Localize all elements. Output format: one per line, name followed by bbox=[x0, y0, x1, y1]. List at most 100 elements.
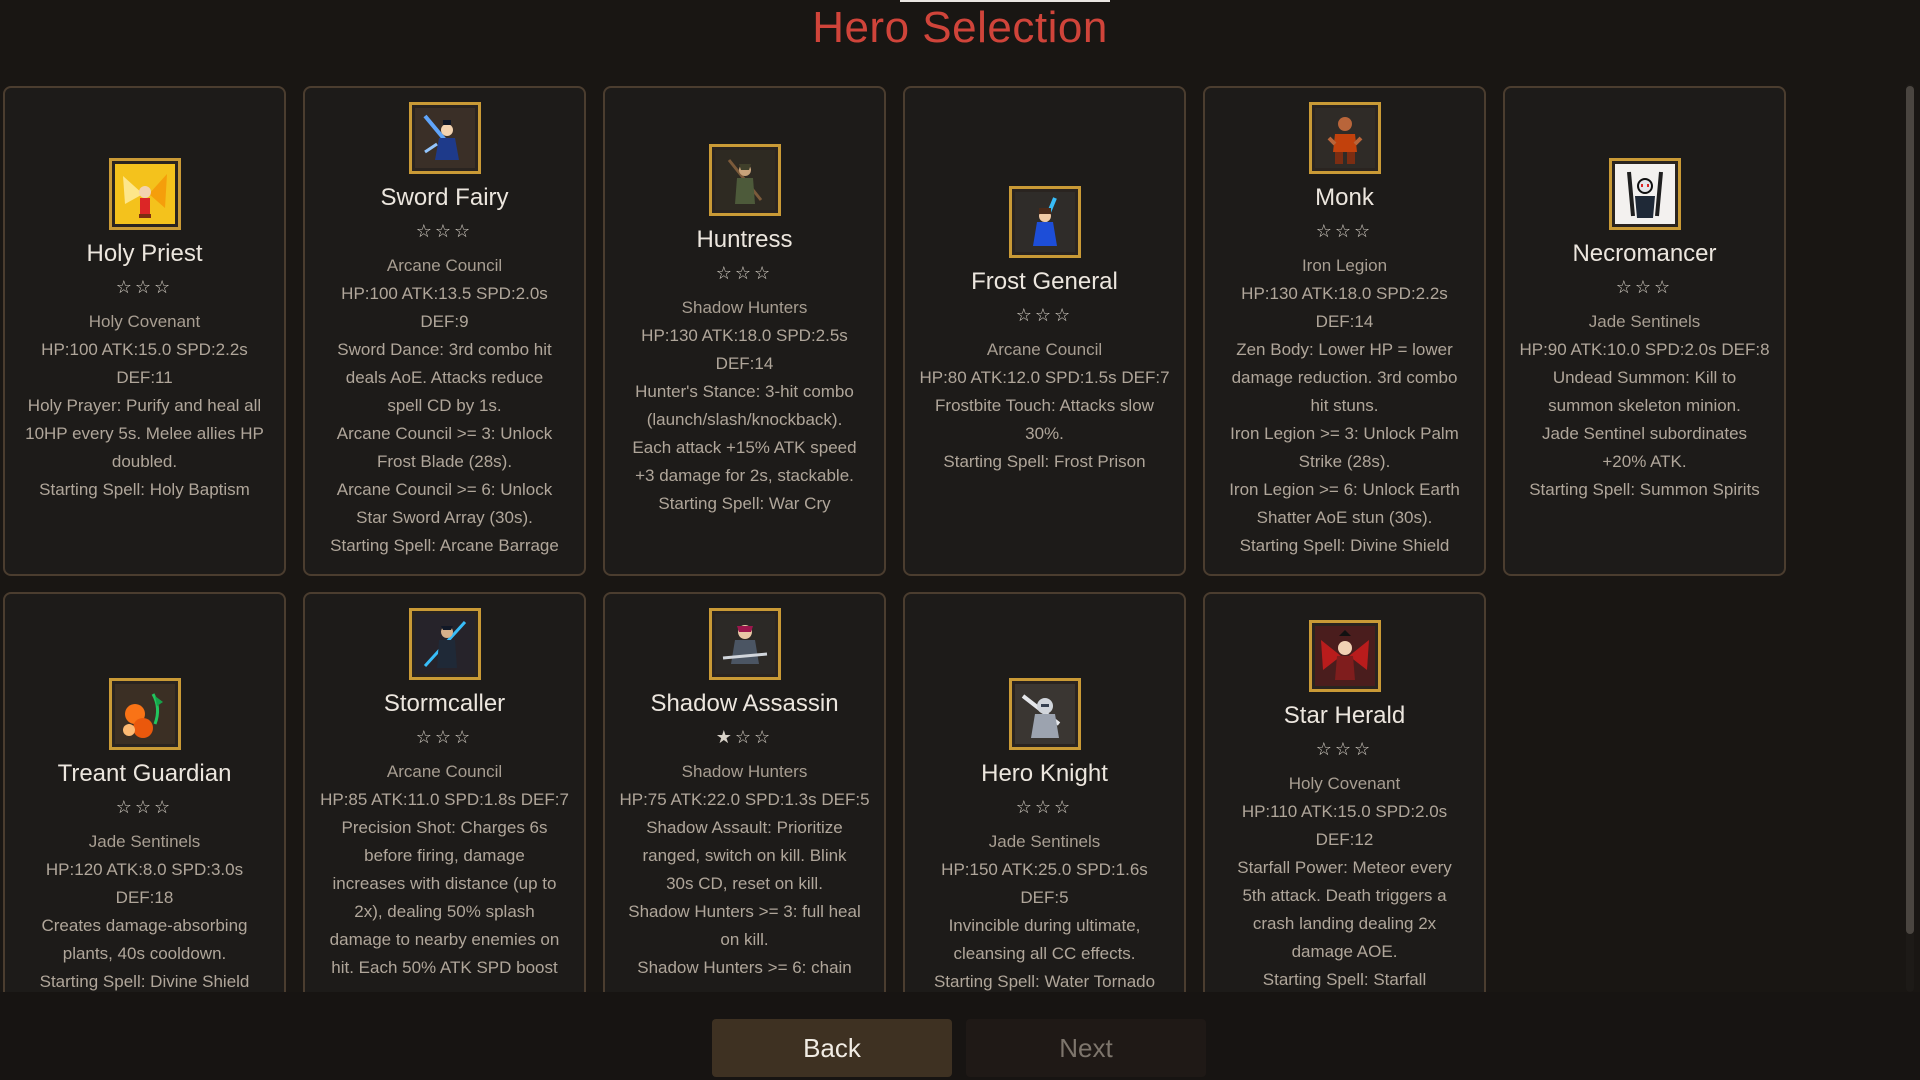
back-button[interactable]: Back bbox=[712, 1019, 952, 1077]
hero-description-line: Creates damage-absorbing bbox=[41, 916, 248, 935]
hero-faction: Arcane Council bbox=[386, 256, 503, 275]
hero-starting-spell: Starting Spell: Divine Shield bbox=[1239, 536, 1450, 555]
hero-description-line: DEF:14 bbox=[1315, 312, 1374, 331]
hero-description-line: Each attack +15% ATK speed bbox=[632, 438, 857, 457]
hero-description-line: Invincible during ultimate, bbox=[948, 916, 1141, 935]
hero-description-line: Frost Blade (28s). bbox=[376, 452, 513, 471]
hero-name: Star Herald bbox=[1283, 702, 1406, 729]
hero-description-line: HP:110 ATK:15.0 SPD:2.0s bbox=[1241, 802, 1448, 821]
hero-description-line: 30%. bbox=[1025, 424, 1064, 443]
hero-name: Stormcaller bbox=[383, 690, 506, 717]
next-button[interactable]: Next bbox=[966, 1019, 1206, 1077]
hero-description-line: hit. Each 50% ATK SPD boost bbox=[331, 958, 558, 977]
hero-description-line: 2x), dealing 50% splash bbox=[354, 902, 535, 921]
monk-portrait-icon bbox=[1308, 102, 1381, 174]
hero-starting-spell: Starting Spell: Starfall bbox=[1262, 970, 1427, 989]
page-title: Hero Selection bbox=[812, 3, 1108, 52]
hero-grid-viewport: Holy Priest ☆☆☆ Holy Covenant HP:100 ATK:15… bbox=[0, 84, 1900, 992]
holy-priest-portrait-icon bbox=[108, 158, 181, 230]
hero-description-line: Shadow Hunters >= 6: chain bbox=[637, 958, 852, 977]
hero-description-line: DEF:11 bbox=[116, 368, 173, 387]
hero-faction: Arcane Council bbox=[386, 762, 503, 781]
hero-card-stormcaller[interactable]: Stormcaller ☆☆☆ Arcane Council HP:85 ATK:11… bbox=[303, 592, 586, 992]
stormcaller-portrait-icon bbox=[408, 608, 481, 680]
hero-faction: Iron Legion bbox=[1301, 256, 1388, 275]
hero-description-line: Frostbite Touch: Attacks slow bbox=[935, 396, 1154, 415]
hero-description-line: Shatter AoE stun (30s). bbox=[1256, 508, 1433, 527]
hero-description-line: HP:85 ATK:11.0 SPD:1.8s DEF:7 bbox=[320, 790, 569, 809]
hero-description-line: ranged, switch on kill. Blink bbox=[642, 846, 847, 865]
hero-card-monk[interactable]: Monk ☆☆☆ Iron Legion HP:130 ATK:18.0 SPD:2.… bbox=[1203, 86, 1486, 576]
hero-grid: Holy Priest ☆☆☆ Holy Covenant HP:100 ATK:15… bbox=[3, 86, 1786, 992]
scrollbar[interactable] bbox=[1906, 84, 1914, 992]
hero-description-line: +20% ATK. bbox=[1602, 452, 1687, 471]
hero-card-huntress[interactable]: Huntress ☆☆☆ Shadow Hunters HP:130 ATK:18.0… bbox=[603, 86, 886, 576]
hero-star-rating: ☆☆☆ bbox=[1015, 305, 1074, 325]
huntress-portrait-icon bbox=[708, 144, 781, 216]
hero-description-line: Iron Legion >= 6: Unlock Earth bbox=[1229, 480, 1460, 499]
hero-card-sword-fairy[interactable]: Sword Fairy ☆☆☆ Arcane Council HP:100 ATK:1… bbox=[303, 86, 586, 576]
hero-description-line: 10HP every 5s. Melee allies HP bbox=[25, 424, 264, 443]
hero-description-line: Jade Sentinel subordinates bbox=[1541, 424, 1748, 443]
hero-star-rating: ★☆☆ bbox=[715, 727, 774, 747]
hero-card-treant-guardian[interactable]: Treant Guardian ☆☆☆ Jade Sentinels HP:120 A… bbox=[3, 592, 286, 992]
hero-description-line: DEF:12 bbox=[1315, 830, 1374, 849]
hero-faction: Jade Sentinels bbox=[988, 832, 1101, 851]
hero-description-line: Star Sword Array (30s). bbox=[356, 508, 533, 527]
hero-star-rating: ☆☆☆ bbox=[115, 797, 174, 817]
hero-description-line: +3 damage for 2s, stackable. bbox=[635, 466, 854, 485]
hero-starting-spell: Starting Spell: Arcane Barrage bbox=[330, 536, 559, 555]
hero-description-line: cleansing all CC effects. bbox=[953, 944, 1136, 963]
hero-description-line: deals AoE. Attacks reduce bbox=[345, 368, 544, 387]
hero-starting-spell: Starting Spell: Summon Spirits bbox=[1529, 480, 1760, 499]
hero-name: Treant Guardian bbox=[57, 760, 232, 787]
shadow-assassin-portrait-icon bbox=[708, 608, 781, 680]
hero-description-line: 5th attack. Death triggers a bbox=[1242, 886, 1447, 905]
hero-description-line: HP:80 ATK:12.0 SPD:1.5s DEF:7 bbox=[919, 368, 1170, 387]
hero-description-line: Zen Body: Lower HP = lower bbox=[1236, 340, 1453, 359]
hero-description-line: before firing, damage bbox=[364, 846, 525, 865]
hero-faction: Holy Covenant bbox=[1288, 774, 1401, 793]
hero-description-line: HP:90 ATK:10.0 SPD:2.0s DEF:8 bbox=[1519, 340, 1770, 359]
hero-name: Sword Fairy bbox=[380, 184, 509, 211]
hero-faction: Jade Sentinels bbox=[1588, 312, 1701, 331]
star-herald-portrait-icon bbox=[1308, 620, 1381, 692]
hero-description-line: HP:130 ATK:18.0 SPD:2.5s bbox=[641, 326, 848, 345]
hero-card-shadow-assassin[interactable]: Shadow Assassin ★☆☆ Shadow Hunters HP:75 AT… bbox=[603, 592, 886, 992]
hero-card-holy-priest[interactable]: Holy Priest ☆☆☆ Holy Covenant HP:100 ATK:15… bbox=[3, 86, 286, 576]
bottom-bar bbox=[0, 992, 1920, 1080]
hero-faction: Holy Covenant bbox=[88, 312, 201, 331]
hero-description-line: Starfall Power: Meteor every bbox=[1237, 858, 1452, 877]
hero-starting-spell: Starting Spell: Frost Prison bbox=[943, 452, 1146, 471]
sword-fairy-portrait-icon bbox=[408, 102, 481, 174]
hero-starting-spell: Starting Spell: Divine Shield bbox=[39, 972, 250, 991]
hero-description-line: Iron Legion >= 3: Unlock Palm bbox=[1230, 424, 1459, 443]
hero-star-rating: ☆☆☆ bbox=[1315, 221, 1374, 241]
hero-description-line: HP:150 ATK:25.0 SPD:1.6s DEF:5 bbox=[941, 860, 1148, 907]
hero-star-rating: ☆☆☆ bbox=[415, 221, 474, 241]
hero-description-line: increases with distance (up to bbox=[332, 874, 557, 893]
hero-name: Shadow Assassin bbox=[650, 690, 839, 717]
scrollbar-thumb[interactable] bbox=[1906, 86, 1914, 934]
hero-description-line: Precision Shot: Charges 6s bbox=[341, 818, 548, 837]
hero-description-line: HP:100 ATK:15.0 SPD:2.2s bbox=[41, 340, 248, 359]
hero-description-line: DEF:14 bbox=[715, 354, 774, 373]
hero-description-line: HP:120 ATK:8.0 SPD:3.0s DEF:18 bbox=[45, 860, 244, 907]
hero-description-line: summon skeleton minion. bbox=[1548, 396, 1741, 415]
hero-card-frost-general[interactable]: Frost General ☆☆☆ Arcane Council HP:80 ATK:… bbox=[903, 86, 1186, 576]
hero-star-rating: ☆☆☆ bbox=[1315, 739, 1374, 759]
hero-description-line: crash landing dealing 2x bbox=[1252, 914, 1437, 933]
hero-starting-spell: Starting Spell: War Cry bbox=[658, 494, 831, 513]
hero-description-line: damage to nearby enemies on bbox=[329, 930, 560, 949]
hero-card-star-herald[interactable]: Star Herald ☆☆☆ Holy Covenant HP:110 ATK:15… bbox=[1203, 592, 1486, 992]
hero-description-line: damage AOE. bbox=[1291, 942, 1398, 961]
hero-starting-spell: Starting Spell: Water Tornado bbox=[933, 972, 1156, 991]
hero-star-rating: ☆☆☆ bbox=[415, 727, 474, 747]
hero-description-line: Holy Prayer: Purify and heal all bbox=[27, 396, 262, 415]
hero-description-line: on kill. bbox=[720, 930, 769, 949]
hero-star-rating: ☆☆☆ bbox=[715, 263, 774, 283]
hero-description-line: doubled. bbox=[111, 452, 178, 471]
hero-card-necromancer[interactable]: Necromancer ☆☆☆ Jade Sentinels HP:90 ATK:10… bbox=[1503, 86, 1786, 576]
hero-description-line: Arcane Council >= 6: Unlock bbox=[336, 480, 553, 499]
hero-card-hero-knight[interactable]: Hero Knight ☆☆☆ Jade Sentinels HP:150 ATK:2… bbox=[903, 592, 1186, 992]
